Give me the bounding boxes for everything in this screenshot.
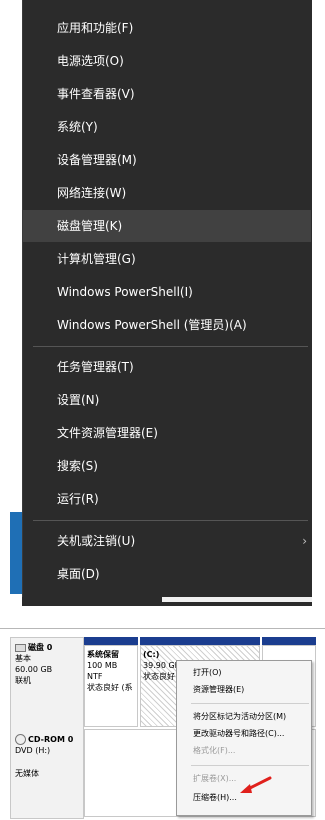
disk-list-column: 磁盘 0 基本 60.00 GB 联机 CD-ROM 0 DVD (H:) 无媒… — [10, 637, 84, 819]
menu-item-powershell[interactable]: Windows PowerShell(I) — [23, 276, 311, 308]
menu-item-label: 设置(N) — [57, 393, 100, 407]
ctx-separator — [191, 765, 309, 766]
menu-item-desktop[interactable]: 桌面(D) — [23, 558, 311, 590]
menu-item-event-viewer[interactable]: 事件查看器(V) — [23, 78, 311, 110]
cdrom0-type: DVD (H:) — [15, 746, 51, 755]
winx-menu: 应用和功能(F) 电源选项(O) 事件查看器(V) 系统(Y) 设备管理器(M)… — [22, 0, 312, 597]
menu-item-power-options[interactable]: 电源选项(O) — [23, 45, 311, 77]
chevron-right-icon: › — [302, 534, 307, 548]
menu-item-network-connections[interactable]: 网络连接(W) — [23, 177, 311, 209]
menu-item-label: 系统(Y) — [57, 120, 98, 134]
menu-item-label: Windows PowerShell(I) — [57, 285, 193, 299]
disk0-size: 60.00 GB — [15, 665, 53, 674]
menu-item-run[interactable]: 运行(R) — [23, 483, 311, 515]
ctx-item-mark-active[interactable]: 将分区标记为活动分区(M) — [193, 711, 286, 722]
partition-header-extra — [262, 637, 316, 645]
menu-item-label: 设备管理器(M) — [57, 153, 137, 167]
ctx-item-change-drive-letter[interactable]: 更改驱动器号和路径(C)... — [193, 728, 284, 739]
menu-item-label: 网络连接(W) — [57, 186, 127, 200]
menu-item-label: 事件查看器(V) — [57, 87, 135, 101]
menu-item-label: 桌面(D) — [57, 567, 100, 581]
menu-item-search[interactable]: 搜索(S) — [23, 450, 311, 482]
disk0-info[interactable]: 磁盘 0 基本 60.00 GB 联机 — [15, 642, 52, 686]
cdrom0-info[interactable]: CD-ROM 0 DVD (H:) 无媒体 — [15, 734, 73, 779]
menu-item-label: 磁盘管理(K) — [57, 219, 123, 233]
partition-header-system-reserved — [84, 637, 138, 645]
disk0-name: 磁盘 0 — [28, 643, 53, 652]
red-arrow-icon — [240, 776, 272, 793]
disk0-type: 基本 — [15, 654, 31, 663]
ctx-item-explorer[interactable]: 资源管理器(E) — [193, 684, 244, 695]
cdrom0-name: CD-ROM 0 — [28, 735, 74, 744]
menu-item-label: 文件资源管理器(E) — [57, 426, 158, 440]
partition-header-c — [140, 637, 260, 645]
menu-item-task-manager[interactable]: 任务管理器(T) — [23, 351, 311, 383]
menu-item-label: 搜索(S) — [57, 459, 98, 473]
menu-item-label: Windows PowerShell (管理员)(A) — [57, 318, 247, 332]
menu-item-system[interactable]: 系统(Y) — [23, 111, 311, 143]
partition-name: (C:) — [143, 650, 160, 659]
menu-separator — [33, 346, 308, 347]
menu-item-computer-management[interactable]: 计算机管理(G) — [23, 243, 311, 275]
menu-item-label: 运行(R) — [57, 492, 99, 506]
menu-item-disk-management[interactable]: 磁盘管理(K) — [23, 210, 311, 242]
menu-item-settings[interactable]: 设置(N) — [23, 384, 311, 416]
menu-item-apps-features[interactable]: 应用和功能(F) — [23, 12, 311, 44]
menu-item-label: 关机或注销(U) — [57, 534, 136, 548]
menu-item-label: 任务管理器(T) — [57, 360, 134, 374]
menu-item-powershell-admin[interactable]: Windows PowerShell (管理员)(A) — [23, 309, 311, 341]
ctx-item-extend-volume[interactable]: 扩展卷(X)... — [193, 773, 236, 784]
menu-item-label: 应用和功能(F) — [57, 21, 134, 35]
cdrom0-media: 无媒体 — [15, 769, 39, 778]
menu-item-label: 电源选项(O) — [57, 54, 124, 68]
ctx-item-shrink-volume[interactable]: 压缩卷(H)... — [193, 792, 237, 803]
partition-size: 100 MB NTF — [87, 661, 118, 681]
disk0-status: 联机 — [15, 676, 31, 685]
partition-status: 状态良好 (系 — [87, 683, 133, 692]
cd-drive-icon — [15, 734, 26, 745]
menu-item-shutdown-signout[interactable]: 关机或注销(U) › — [23, 525, 311, 557]
desktop-background: 应用和功能(F) 电源选项(O) 事件查看器(V) 系统(Y) 设备管理器(M)… — [0, 0, 325, 612]
menu-item-device-manager[interactable]: 设备管理器(M) — [23, 144, 311, 176]
hard-disk-icon — [15, 643, 26, 652]
menu-item-label: 计算机管理(G) — [57, 252, 136, 266]
partition-name: 系统保留 — [87, 650, 119, 659]
disk-management-panel: 磁盘 0 基本 60.00 GB 联机 CD-ROM 0 DVD (H:) 无媒… — [0, 628, 325, 820]
menu-separator — [33, 520, 308, 521]
menu-item-file-explorer[interactable]: 文件资源管理器(E) — [23, 417, 311, 449]
ctx-item-open[interactable]: 打开(O) — [193, 667, 222, 678]
ctx-item-format[interactable]: 格式化(F)... — [193, 745, 235, 756]
partition-system-reserved[interactable]: 系统保留 100 MB NTF 状态良好 (系 — [84, 645, 138, 727]
ctx-separator — [191, 703, 309, 704]
